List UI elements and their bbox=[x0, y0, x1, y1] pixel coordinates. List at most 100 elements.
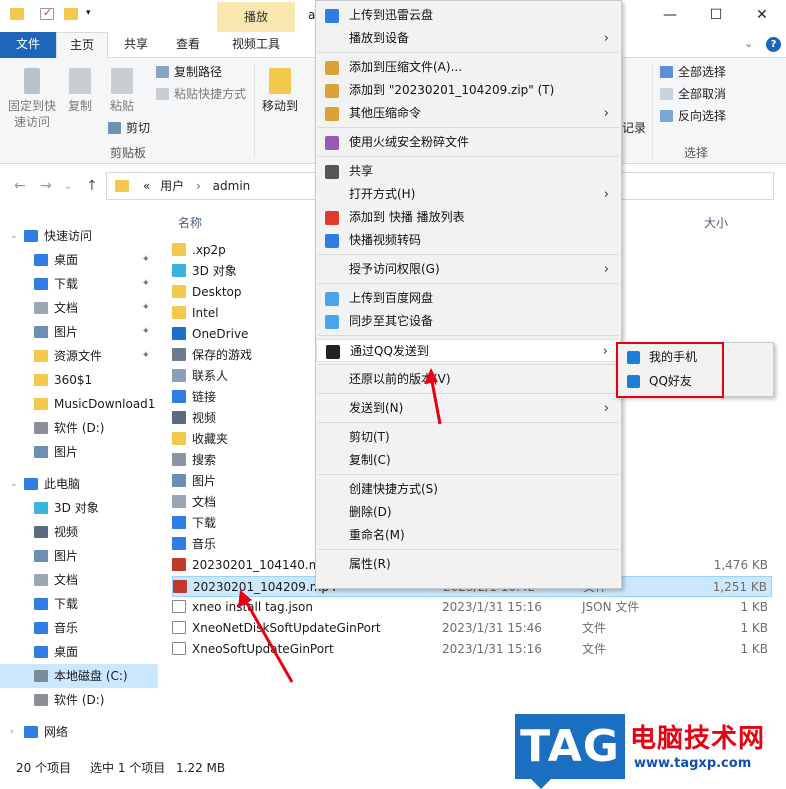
nav-item[interactable]: 视频 bbox=[0, 520, 158, 544]
file-name: Desktop bbox=[192, 285, 242, 299]
tab-home[interactable]: 主页 bbox=[56, 32, 108, 59]
minimize-button[interactable]: — bbox=[650, 0, 690, 32]
breadcrumb-separator: › bbox=[196, 179, 201, 193]
scissors-icon bbox=[108, 122, 121, 134]
context-menu-label: 同步至其它设备 bbox=[349, 314, 434, 328]
invert-selection-button[interactable]: 反向选择 bbox=[660, 106, 726, 126]
context-menu-item[interactable]: 添加到 "20230201_104209.zip" (T) bbox=[316, 79, 621, 102]
context-menu-item[interactable]: 添加到 快播 播放列表 bbox=[316, 206, 621, 229]
copy-path-button[interactable]: 复制路径 bbox=[156, 62, 222, 82]
chevron-right-icon[interactable]: › bbox=[10, 720, 14, 744]
context-menu-item[interactable]: 发送到(N) › bbox=[316, 397, 621, 420]
file-name: 收藏夹 bbox=[192, 432, 229, 446]
file-name: XneoNetDiskSoftUpdateGinPort bbox=[192, 621, 381, 635]
nav-item[interactable]: 桌面 bbox=[0, 640, 158, 664]
nav-item[interactable]: MusicDownload1 bbox=[0, 392, 158, 416]
network-icon bbox=[24, 726, 38, 738]
pin-icon: ✦ bbox=[141, 254, 150, 265]
context-menu-item[interactable]: 还原以前的版本(V) bbox=[316, 368, 621, 391]
context-menu-item[interactable]: 删除(D) bbox=[316, 501, 621, 524]
nav-item[interactable]: 桌面 ✦ bbox=[0, 248, 158, 272]
context-menu-item[interactable]: 授予访问权限(G) › bbox=[316, 258, 621, 281]
paste-shortcut-button[interactable]: 粘贴快捷方式 bbox=[156, 84, 246, 104]
chevron-down-icon[interactable]: ⌄ bbox=[10, 224, 18, 248]
nav-item[interactable]: 本地磁盘 (C:) bbox=[0, 664, 158, 688]
nav-section-header[interactable]: ⌄ 此电脑 bbox=[0, 472, 158, 496]
chevron-right-icon: › bbox=[602, 344, 608, 359]
context-menu-item[interactable]: 创建快捷方式(S) bbox=[316, 478, 621, 501]
context-menu-item[interactable]: 通过QQ发送到 › bbox=[316, 339, 621, 362]
nav-item[interactable]: 图片 bbox=[0, 544, 158, 568]
paste-button[interactable]: 粘贴 bbox=[104, 68, 140, 114]
context-menu-item[interactable]: 复制(C) bbox=[316, 449, 621, 472]
contextual-tab-play[interactable]: 播放 bbox=[217, 2, 295, 32]
select-none-button[interactable]: 全部取消 bbox=[660, 84, 726, 104]
tab-file[interactable]: 文件 bbox=[0, 32, 56, 58]
context-menu-item[interactable]: 添加到压缩文件(A)... bbox=[316, 56, 621, 79]
file-row[interactable]: XneoNetDiskSoftUpdateGinPort 2023/1/31 15… bbox=[172, 618, 772, 639]
menu-separator bbox=[318, 283, 619, 284]
nav-item[interactable]: 音乐 bbox=[0, 616, 158, 640]
column-header-name[interactable]: 名称 bbox=[178, 212, 202, 234]
context-menu-label: 剪切(T) bbox=[349, 430, 390, 444]
breadcrumb-item-admin[interactable]: admin bbox=[213, 179, 251, 193]
copy-button[interactable]: 复制 bbox=[62, 68, 98, 114]
breadcrumb-overflow[interactable]: « bbox=[143, 179, 150, 193]
properties-check-icon[interactable]: ✓ bbox=[40, 6, 54, 20]
file-name: 文档 bbox=[192, 495, 217, 509]
chevron-down-icon[interactable]: ⌄ bbox=[744, 37, 753, 50]
help-icon[interactable]: ? bbox=[766, 37, 781, 52]
new-folder-icon[interactable] bbox=[64, 8, 78, 20]
pin-to-quick-access-button[interactable]: 固定到快 速访问 bbox=[6, 68, 58, 130]
folder-icon bbox=[172, 327, 186, 340]
context-menu-item[interactable]: 其他压缩命令 › bbox=[316, 102, 621, 125]
chevron-down-icon[interactable]: ⌄ bbox=[10, 472, 18, 496]
context-menu-item[interactable]: 播放到设备 › bbox=[316, 27, 621, 50]
nav-section-header[interactable]: ⌄ 快速访问 bbox=[0, 224, 158, 248]
maximize-button[interactable]: ☐ bbox=[696, 0, 736, 32]
select-all-button[interactable]: 全部选择 bbox=[660, 62, 726, 82]
breadcrumb-item-users[interactable]: 用户 bbox=[160, 179, 184, 193]
history-button[interactable]: 记录 bbox=[622, 118, 646, 138]
forward-arrow-icon[interactable]: → bbox=[40, 178, 52, 194]
context-menu-item[interactable]: 属性(R) bbox=[316, 553, 621, 576]
tab-view[interactable]: 查看 bbox=[164, 32, 212, 58]
nav-item[interactable]: 资源文件 ✦ bbox=[0, 344, 158, 368]
context-menu-item[interactable]: 重命名(M) bbox=[316, 524, 621, 547]
nav-item[interactable]: 文档 ✦ bbox=[0, 296, 158, 320]
recent-locations-icon[interactable]: ⌄ bbox=[64, 181, 72, 192]
column-header-size[interactable]: 大小 bbox=[704, 212, 728, 234]
quick-access-dropdown-icon[interactable]: ▾ bbox=[86, 8, 91, 18]
file-row[interactable]: XneoSoftUpdateGinPort 2023/1/31 15:16 文件 1 … bbox=[172, 639, 772, 660]
cut-button[interactable]: 剪切 bbox=[108, 118, 150, 138]
context-menu-item[interactable]: 上传到迅雷云盘 bbox=[316, 4, 621, 27]
nav-item[interactable]: 下载 bbox=[0, 592, 158, 616]
tab-share[interactable]: 共享 bbox=[112, 32, 160, 58]
context-menu-item[interactable]: 使用火绒安全粉碎文件 bbox=[316, 131, 621, 154]
nav-item[interactable]: 文档 bbox=[0, 568, 158, 592]
watermark-logo: TAG bbox=[515, 714, 625, 789]
up-arrow-icon[interactable]: ↑ bbox=[86, 178, 98, 194]
tab-video-tools[interactable]: 视频工具 bbox=[220, 32, 292, 58]
close-button[interactable]: ✕ bbox=[742, 0, 782, 32]
nav-item-label: 视频 bbox=[54, 525, 79, 539]
back-arrow-icon[interactable]: ← bbox=[14, 178, 26, 194]
move-to-button[interactable]: 移动到 bbox=[260, 68, 300, 114]
nav-item[interactable]: 图片 bbox=[0, 440, 158, 464]
folder-icon bbox=[172, 432, 186, 445]
context-menu-item[interactable]: 剪切(T) bbox=[316, 426, 621, 449]
nav-item[interactable]: 下载 ✦ bbox=[0, 272, 158, 296]
context-menu-item[interactable]: 打开方式(H) › bbox=[316, 183, 621, 206]
context-menu-item[interactable]: 上传到百度网盘 bbox=[316, 287, 621, 310]
context-menu-item[interactable]: 共享 bbox=[316, 160, 621, 183]
nav-item[interactable]: 图片 ✦ bbox=[0, 320, 158, 344]
context-menu-item[interactable]: 快播视频转码 bbox=[316, 229, 621, 252]
nav-section-header[interactable]: › 网络 bbox=[0, 720, 158, 744]
context-menu-item[interactable]: 同步至其它设备 bbox=[316, 310, 621, 333]
file-row[interactable]: xneo install tag.json 2023/1/31 15:16 JSON… bbox=[172, 597, 772, 618]
file-name: .xp2p bbox=[192, 243, 226, 257]
nav-item[interactable]: 软件 (D:) bbox=[0, 688, 158, 712]
nav-item[interactable]: 软件 (D:) bbox=[0, 416, 158, 440]
nav-item[interactable]: 3D 对象 bbox=[0, 496, 158, 520]
nav-item[interactable]: 360$1 bbox=[0, 368, 158, 392]
